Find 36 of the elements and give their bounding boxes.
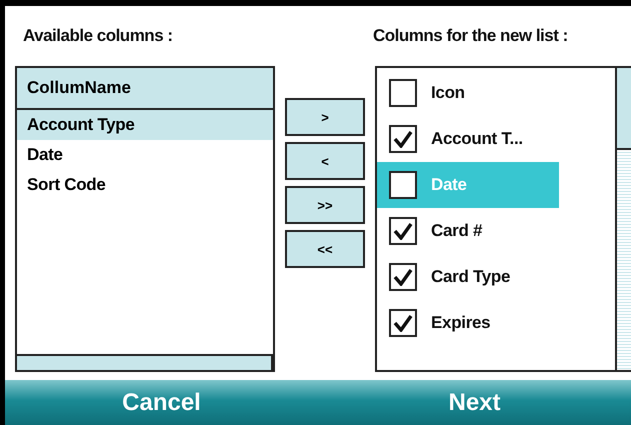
list-item[interactable]: Account Type [17, 110, 273, 140]
move-button[interactable]: < [285, 142, 365, 180]
scroll-thumb[interactable] [617, 68, 631, 150]
move-button[interactable]: > [285, 98, 365, 136]
vertical-scrollbar[interactable] [615, 68, 631, 370]
checkmark-icon [393, 222, 413, 240]
checkbox-item[interactable]: Card Type [377, 254, 559, 300]
list-item[interactable]: Date [17, 140, 273, 170]
checkbox[interactable] [389, 125, 417, 153]
checkbox[interactable] [389, 309, 417, 337]
column-header[interactable]: CollumName [17, 68, 273, 110]
checkbox-item[interactable]: Card # [377, 208, 559, 254]
softkey[interactable]: Next [318, 380, 631, 425]
item-label: Icon [431, 83, 465, 103]
item-label: Card Type [431, 267, 510, 287]
item-label: Card # [431, 221, 482, 241]
checkbox-item[interactable]: Icon [377, 70, 559, 116]
checkmark-icon [393, 314, 413, 332]
checkbox[interactable] [389, 171, 417, 199]
softkey[interactable]: Cancel [5, 380, 318, 425]
horizontal-scrollbar[interactable] [17, 354, 273, 370]
checkbox[interactable] [389, 79, 417, 107]
item-label: Date [431, 175, 467, 195]
move-button[interactable]: << [285, 230, 365, 268]
checkbox[interactable] [389, 263, 417, 291]
checkbox-item[interactable]: Account T... [377, 116, 559, 162]
checkbox-item[interactable]: Expires [377, 300, 559, 346]
available-columns-label: Available columns : [23, 26, 173, 45]
checkmark-icon [393, 130, 413, 148]
item-label: Expires [431, 313, 490, 333]
list-item[interactable]: Sort Code [17, 170, 273, 200]
new-list-label: Columns for the new list : [373, 26, 568, 46]
checkmark-icon [393, 268, 413, 286]
item-label: Account T... [431, 129, 523, 149]
checkbox[interactable] [389, 217, 417, 245]
move-button[interactable]: >> [285, 186, 365, 224]
